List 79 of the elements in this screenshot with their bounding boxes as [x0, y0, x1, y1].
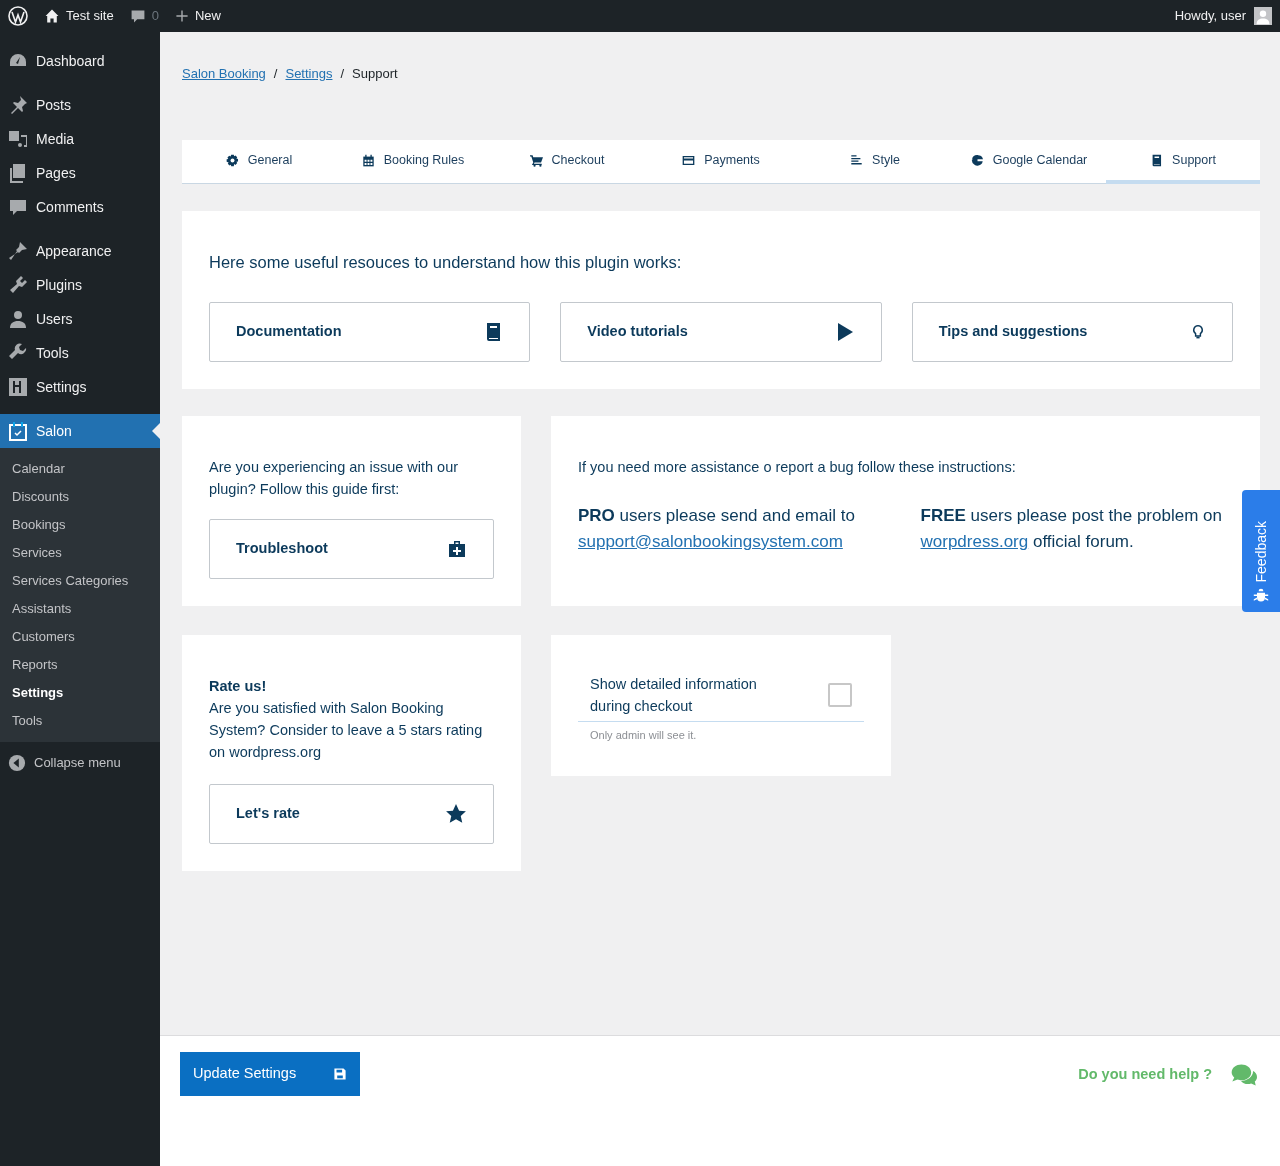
- settings-tab[interactable]: General: [182, 140, 336, 184]
- settings-tab[interactable]: Google Calendar: [952, 140, 1106, 184]
- plus-icon: [174, 9, 189, 23]
- resource-button[interactable]: Video tutorials: [560, 302, 882, 362]
- submenu-item[interactable]: Assistants: [0, 595, 160, 623]
- resource-button[interactable]: Tips and suggestions: [911, 302, 1233, 362]
- credit-card-icon: [682, 153, 696, 167]
- feedback-tab[interactable]: Feedback: [1242, 490, 1280, 612]
- option-label: Show detailed information during checkout: [590, 675, 758, 716]
- submenu-item[interactable]: Calendar: [0, 455, 160, 483]
- issue-text: Are you experiencing an issue with our plugin? Follow this guide first:: [209, 458, 460, 499]
- cart-icon: [529, 153, 543, 167]
- breadcrumb-link[interactable]: Salon Booking: [182, 64, 266, 84]
- brush-icon: [8, 241, 28, 261]
- settings-tab[interactable]: Payments: [644, 140, 798, 184]
- rating-text: Are you satisfied with Salon Booking System? Consider to leave a 5 stars rating on wordpress.org: [209, 699, 484, 762]
- bug-icon: [1253, 588, 1269, 604]
- comment-icon: [8, 197, 28, 217]
- pro-support-text: PRO users please send and email to support@salonbookingsystem.com: [578, 505, 856, 553]
- submenu-item[interactable]: Settings: [0, 679, 160, 707]
- pages-icon: [8, 163, 28, 183]
- plug-icon: [8, 275, 28, 295]
- forum-link[interactable]: worpdress.org: [920, 532, 1029, 551]
- sidebar-menu-item[interactable]: Settings: [0, 370, 160, 404]
- gear-icon: [225, 153, 239, 167]
- support-email-link[interactable]: support@salonbookingsystem.com: [578, 532, 843, 551]
- save-icon: [333, 1067, 347, 1081]
- submenu-item[interactable]: Services: [0, 539, 160, 567]
- settings-tab[interactable]: Booking Rules: [336, 140, 490, 184]
- home-icon: [44, 8, 60, 24]
- breadcrumb-current: Support: [352, 65, 398, 84]
- calendar-icon: [361, 153, 375, 167]
- sidebar-menu-item[interactable]: Tools: [0, 336, 160, 370]
- assistance-intro: If you need more assistance o report a bug follow these instructions:: [578, 458, 1017, 477]
- settings-tab[interactable]: Style: [798, 140, 952, 184]
- submenu-item[interactable]: Tools: [0, 707, 160, 735]
- submenu-item[interactable]: Bookings: [0, 511, 160, 539]
- breadcrumb-separator: /: [340, 65, 345, 84]
- free-support-text: FREE users please post the problem on worpdress.org official forum.: [920, 505, 1223, 553]
- update-settings-button[interactable]: Update Settings: [180, 1052, 360, 1096]
- site-name-link[interactable]: Test site: [66, 6, 114, 26]
- comment-icon: [129, 8, 146, 24]
- sidebar-menu-item[interactable]: Users: [0, 302, 160, 336]
- sidebar-menu-item[interactable]: Salon: [0, 414, 160, 448]
- breadcrumb-link[interactable]: Settings: [285, 64, 333, 84]
- sidebar-menu-item[interactable]: Posts: [0, 88, 160, 122]
- new-link[interactable]: New: [194, 6, 221, 26]
- sidebar-menu-item[interactable]: Media: [0, 122, 160, 156]
- align-left-icon: [850, 153, 864, 167]
- sidebar-menu-item[interactable]: Dashboard: [0, 44, 160, 78]
- sidebar-menu-item[interactable]: Comments: [0, 190, 160, 224]
- submenu-item[interactable]: Services Categories: [0, 567, 160, 595]
- breadcrumb-separator: /: [273, 65, 278, 84]
- submenu-item[interactable]: Customers: [0, 623, 160, 651]
- sidebar-menu-item[interactable]: Appearance: [0, 234, 160, 268]
- sidebar-menu-item[interactable]: Pages: [0, 156, 160, 190]
- submenu-item[interactable]: Discounts: [0, 483, 160, 511]
- troubleshoot-button[interactable]: Troubleshoot: [209, 519, 494, 579]
- user-icon: [8, 309, 28, 329]
- settings-tab[interactable]: Support: [1106, 140, 1260, 184]
- calendar-icon: [8, 421, 28, 441]
- resource-button[interactable]: Documentation: [209, 302, 531, 362]
- rate-button[interactable]: Let's rate: [209, 784, 494, 844]
- media-icon: [8, 129, 28, 149]
- resources-intro: Here some useful resouces to understand how this plugin works:: [209, 252, 683, 273]
- rating-title: Rate us!: [209, 677, 268, 696]
- collapse-menu-button[interactable]: Collapse menu: [0, 746, 160, 780]
- avatar-icon: [1254, 7, 1272, 25]
- submenu-item[interactable]: Reports: [0, 651, 160, 679]
- option-checkbox[interactable]: [828, 683, 852, 707]
- settings-tab[interactable]: Checkout: [490, 140, 644, 184]
- wordpress-logo-icon: [8, 6, 28, 26]
- star-icon: [445, 803, 467, 825]
- lightbulb-icon: [1190, 324, 1206, 340]
- book-icon: [1150, 153, 1164, 167]
- user-greeting[interactable]: Howdy, user: [1174, 6, 1246, 26]
- medical-kit-icon: [447, 539, 467, 559]
- option-hint: Only admin will see it.: [589, 728, 698, 743]
- sidebar-menu-item[interactable]: Plugins: [0, 268, 160, 302]
